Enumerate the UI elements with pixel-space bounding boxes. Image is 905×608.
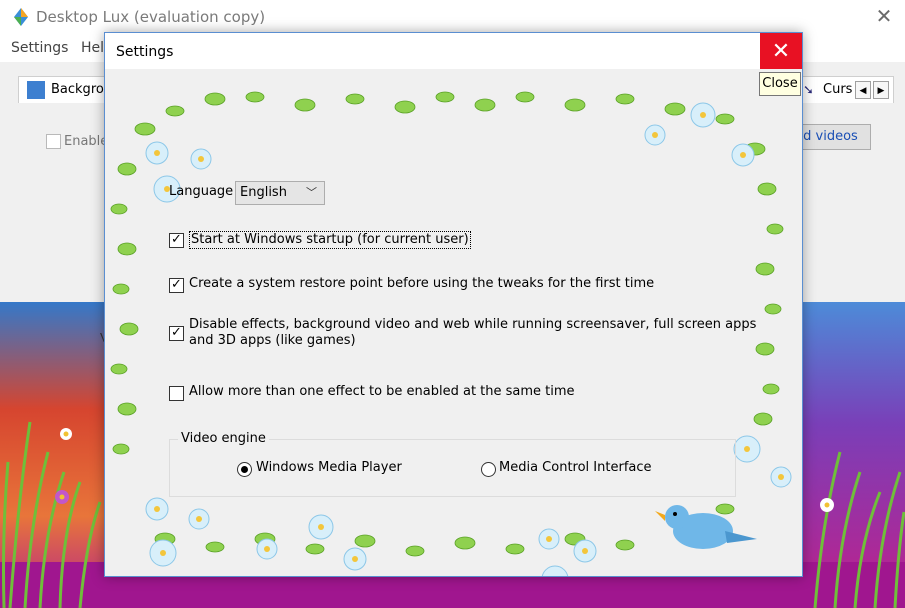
checkmark-icon: ✓: [171, 231, 182, 246]
media-control-interface-label: Media Control Interface: [499, 460, 652, 475]
tab-scroll-left-icon[interactable]: ◀: [855, 81, 871, 99]
radio-media-control-interface[interactable]: [481, 462, 496, 477]
startup-checkbox[interactable]: ✓: [169, 231, 184, 248]
restore-point-label: Create a system restore point before usi…: [189, 276, 655, 291]
video-engine-legend: Video engine: [178, 431, 269, 446]
menu-help[interactable]: Hel: [81, 40, 104, 56]
disable-effects-label-line2: and 3D apps (like games): [189, 333, 356, 348]
background-tab-icon: [27, 81, 45, 99]
multiple-effects-label: Allow more than one effect to be enabled…: [189, 384, 575, 399]
dialog-titlebar: Settings ✕: [105, 33, 802, 69]
restore-point-checkbox[interactable]: ✓: [169, 276, 184, 293]
menu-settings[interactable]: Settings: [11, 40, 68, 56]
windows-media-player-label: Windows Media Player: [256, 460, 402, 475]
main-titlebar: Desktop Lux (evaluation copy) ✕: [0, 0, 905, 34]
language-select[interactable]: English ﹀: [235, 181, 325, 205]
checkmark-icon: ✓: [171, 324, 182, 339]
cursor-icon: ➘: [803, 82, 814, 97]
tab-scroll-right-icon[interactable]: ▶: [873, 81, 889, 99]
chevron-down-icon: ﹀: [306, 187, 317, 199]
radio-selected-dot: [241, 466, 248, 473]
video-engine-group: Video engine Windows Media Player Media …: [169, 431, 736, 497]
checkmark-icon: ✓: [171, 276, 182, 291]
settings-dialog: Settings ✕ Language English ﹀ ✓ Start at…: [104, 32, 803, 577]
enable-label: Enable: [64, 134, 109, 149]
app-logo-icon: [14, 8, 28, 26]
tab-cursors[interactable]: ➘ Curs ◀ ▶: [800, 76, 894, 103]
bird-illustration: [655, 505, 757, 549]
main-close-icon[interactable]: ✕: [870, 6, 898, 28]
tab-cursors-label: Curs: [823, 82, 853, 97]
startup-label: Start at Windows startup (for current us…: [189, 231, 471, 249]
dialog-title: Settings: [116, 44, 174, 60]
language-label: Language: [169, 184, 234, 199]
main-window-title: Desktop Lux (evaluation copy): [36, 8, 266, 26]
radio-windows-media-player[interactable]: [237, 462, 252, 477]
dialog-body: Language English ﹀ ✓ Start at Windows st…: [105, 69, 802, 576]
multiple-effects-checkbox[interactable]: [169, 386, 184, 401]
tab-background-label: Backgrou: [51, 82, 113, 97]
enable-checkbox[interactable]: [46, 134, 61, 149]
dialog-close-button[interactable]: ✕: [760, 33, 802, 69]
tab-background[interactable]: Backgrou: [18, 76, 113, 103]
disable-effects-checkbox[interactable]: ✓: [169, 324, 184, 341]
language-selected-value: English: [240, 185, 287, 200]
disable-effects-label: Disable effects, background video and we…: [189, 317, 757, 332]
close-tooltip: Close: [759, 72, 801, 96]
